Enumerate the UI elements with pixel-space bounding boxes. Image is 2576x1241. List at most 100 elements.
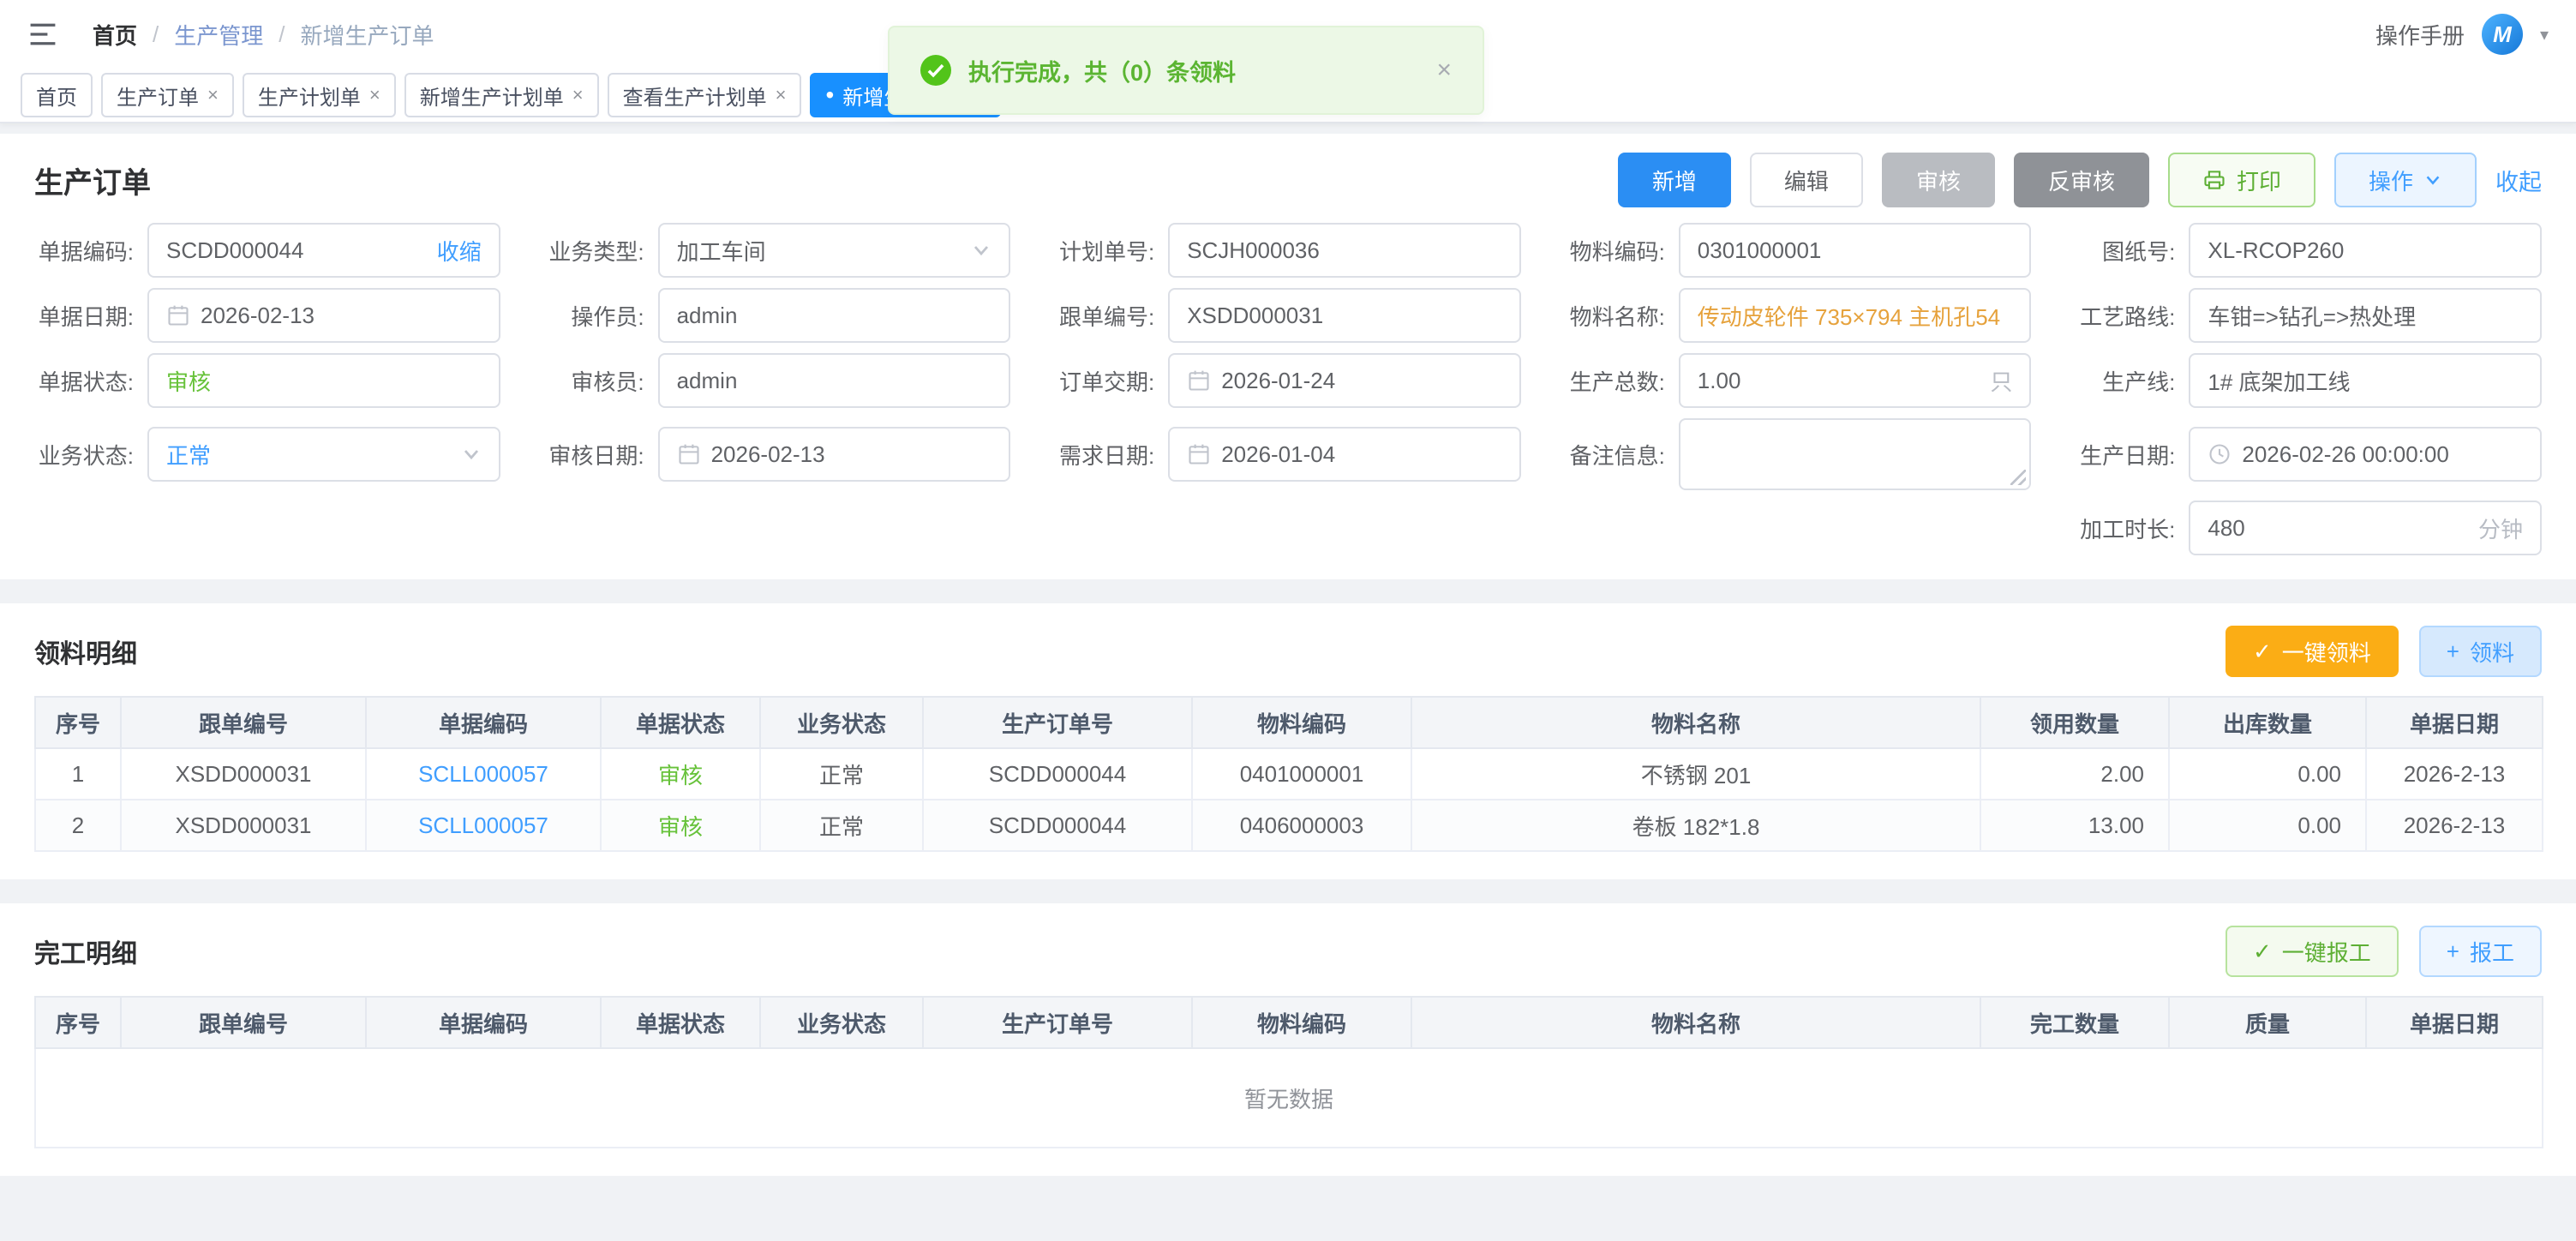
doc-status-input[interactable]: 审核	[147, 353, 500, 408]
biz-status-select[interactable]: 正常	[147, 427, 500, 482]
completion-header: 完工明细 ✓ 一键报工 + 报工	[34, 924, 2542, 979]
tab-view-production-plan[interactable]: 查看生产计划单 ×	[608, 73, 802, 117]
audit-button[interactable]: 审核	[1882, 153, 1995, 207]
picking-section: 领料明细 ✓ 一键领料 + 领料 序号 跟单编号 单据编码	[0, 603, 2576, 879]
field-label: 订单交期:	[1055, 365, 1168, 397]
field-operator: 操作员: admin	[545, 288, 1011, 343]
action-dropdown-button[interactable]: 操作	[2334, 153, 2477, 207]
empty-state-text: 暂无数据	[35, 1048, 2543, 1148]
avatar[interactable]: M	[2482, 14, 2523, 55]
cell-biz-status: 正常	[760, 800, 923, 851]
demand-date-picker[interactable]: 2026-01-04	[1168, 427, 1521, 482]
total-qty-input[interactable]: 1.00 只	[1679, 353, 2032, 408]
duration-input[interactable]: 480 分钟	[2189, 501, 2542, 555]
tab-add-production-plan[interactable]: 新增生产计划单 ×	[404, 73, 599, 117]
doc-code-input[interactable]: SCDD000044 收缩	[147, 223, 500, 278]
auditor-value: admin	[677, 368, 992, 394]
biz-type-select[interactable]: 加工车间	[658, 223, 1011, 278]
cell-outbound-qty: 0.00	[2169, 748, 2366, 800]
doc-code-link[interactable]: SCLL000057	[366, 748, 601, 800]
material-code-input[interactable]: 0301000001	[1679, 223, 2032, 278]
field-label: 工艺路线:	[2076, 300, 2189, 332]
table-row[interactable]: 1 XSDD000031 SCLL000057 审核 正常 SCDD000044…	[35, 748, 2543, 800]
one-click-picking-button[interactable]: ✓ 一键领料	[2226, 626, 2399, 677]
field-label: 计划单号:	[1055, 235, 1168, 267]
breadcrumb-current: 新增生产订单	[301, 19, 434, 51]
picking-title: 领料明细	[34, 632, 137, 670]
material-name-input[interactable]: 传动皮轮件 735×794 主机孔54	[1679, 288, 2032, 343]
field-label: 单据编码:	[34, 235, 147, 267]
close-icon[interactable]: ×	[776, 86, 787, 105]
picking-table: 序号 跟单编号 单据编码 单据状态 业务状态 生产订单号 物料编码 物料名称 领…	[34, 696, 2543, 852]
route-input[interactable]: 车钳=>钻孔=>热处理	[2189, 288, 2542, 343]
drawing-no-value: XL-RCOP260	[2208, 237, 2523, 264]
tab-production-order[interactable]: 生产订单 ×	[101, 73, 234, 117]
tab-label: 生产订单	[117, 81, 199, 111]
tab-production-plan[interactable]: 生产计划单 ×	[243, 73, 396, 117]
cell-doc-date: 2026-2-13	[2366, 800, 2543, 851]
tab-home[interactable]: 首页	[21, 73, 93, 117]
check-icon: ✓	[2253, 940, 2272, 962]
prod-date-picker[interactable]: 2026-02-26 00:00:00	[2189, 427, 2542, 482]
calendar-icon	[677, 442, 701, 466]
success-toast: 执行完成，共（0）条领料 ×	[888, 26, 1484, 115]
production-line-input[interactable]: 1# 底架加工线	[2189, 353, 2542, 408]
shrink-link[interactable]: 收缩	[437, 235, 482, 267]
cell-biz-status: 正常	[760, 748, 923, 800]
manual-link[interactable]: 操作手册	[2375, 19, 2465, 51]
menu-collapse-icon[interactable]	[27, 19, 58, 50]
plan-no-input[interactable]: SCJH000036	[1168, 223, 1521, 278]
edit-button[interactable]: 编辑	[1750, 153, 1863, 207]
doc-status-value: 审核	[166, 365, 482, 397]
operator-input[interactable]: admin	[658, 288, 1011, 343]
breadcrumb-separator: /	[279, 21, 285, 48]
check-icon: ✓	[2253, 640, 2272, 662]
doc-date-picker[interactable]: 2026-02-13	[147, 288, 500, 343]
track-no-input[interactable]: XSDD000031	[1168, 288, 1521, 343]
column-header: 质量	[2169, 997, 2366, 1048]
close-icon[interactable]: ×	[572, 86, 584, 105]
add-report-button[interactable]: + 报工	[2419, 926, 2542, 977]
production-line-value: 1# 底架加工线	[2208, 365, 2523, 397]
audit-date-picker[interactable]: 2026-02-13	[658, 427, 1011, 482]
column-header: 完工数量	[1980, 997, 2169, 1048]
field-duration: 加工时长: 480 分钟	[2076, 501, 2542, 555]
breadcrumb: 首页 / 生产管理 / 新增生产订单	[93, 19, 434, 51]
doc-code-link[interactable]: SCLL000057	[366, 800, 601, 851]
plan-no-value: SCJH000036	[1187, 237, 1502, 264]
breadcrumb-home[interactable]: 首页	[93, 19, 137, 51]
column-header: 单据日期	[2366, 697, 2543, 748]
remark-textarea[interactable]	[1679, 418, 2032, 490]
collapse-toggle-link[interactable]: 收起	[2495, 164, 2542, 197]
field-demand-date: 需求日期: 2026-01-04	[1055, 418, 1521, 490]
add-picking-button[interactable]: + 领料	[2419, 626, 2542, 677]
close-icon[interactable]: ×	[369, 86, 380, 105]
column-header: 单据编码	[366, 997, 601, 1048]
cell-track-no: XSDD000031	[121, 748, 366, 800]
toast-close-icon[interactable]: ×	[1436, 56, 1452, 85]
cell-requisition-qty: 13.00	[1980, 800, 2169, 851]
table-row[interactable]: 2 XSDD000031 SCLL000057 审核 正常 SCDD000044…	[35, 800, 2543, 851]
field-label: 物料编码:	[1566, 235, 1679, 267]
calendar-icon	[1187, 369, 1211, 393]
column-header: 生产订单号	[923, 697, 1192, 748]
picking-header: 领料明细 ✓ 一键领料 + 领料	[34, 624, 2542, 679]
completion-table: 序号 跟单编号 单据编码 单据状态 业务状态 生产订单号 物料编码 物料名称 完…	[34, 996, 2543, 1148]
demand-date-value: 2026-01-04	[1221, 441, 1502, 468]
caret-down-icon[interactable]: ▾	[2540, 24, 2549, 45]
empty-row: 暂无数据	[35, 1048, 2543, 1148]
field-label: 生产日期:	[2076, 439, 2189, 471]
delivery-date-picker[interactable]: 2026-01-24	[1168, 353, 1521, 408]
breadcrumb-section[interactable]: 生产管理	[174, 19, 263, 51]
drawing-no-input[interactable]: XL-RCOP260	[2189, 223, 2542, 278]
column-header: 单据日期	[2366, 997, 2543, 1048]
resize-grip-icon[interactable]	[2010, 470, 2026, 485]
unaudit-button[interactable]: 反审核	[2014, 153, 2149, 207]
column-header: 单据状态	[601, 997, 760, 1048]
production-order-card: 生产订单 新增 编辑 审核 反审核 打印 操作 收起 单据编码:	[0, 134, 2576, 579]
auditor-input[interactable]: admin	[658, 353, 1011, 408]
print-button[interactable]: 打印	[2168, 153, 2315, 207]
one-click-report-button[interactable]: ✓ 一键报工	[2226, 926, 2399, 977]
add-button[interactable]: 新增	[1618, 153, 1731, 207]
close-icon[interactable]: ×	[207, 86, 219, 105]
